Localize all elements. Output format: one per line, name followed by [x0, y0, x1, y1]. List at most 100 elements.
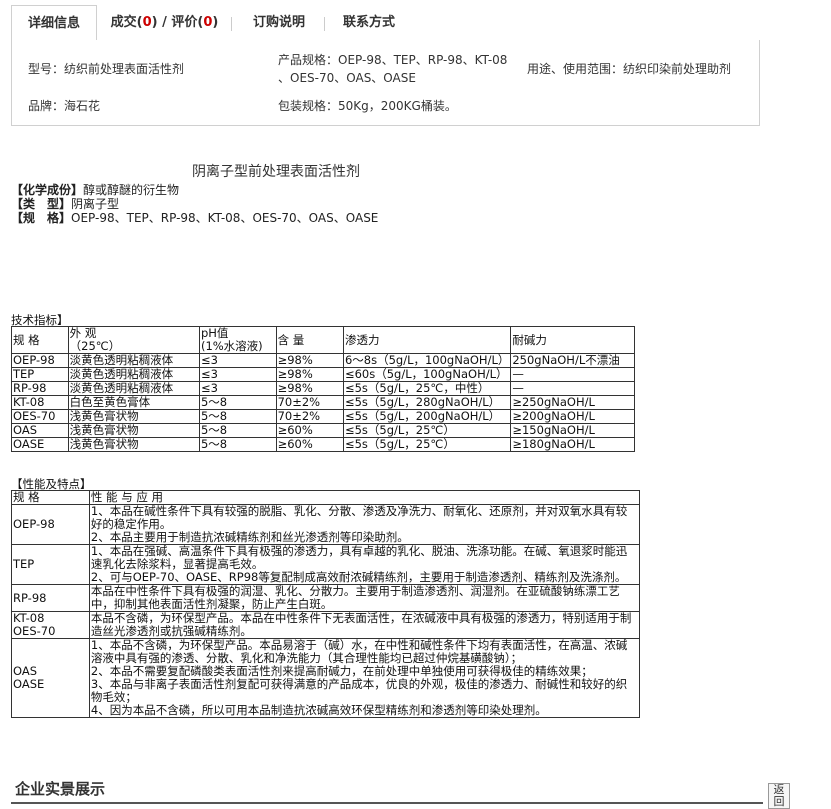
cell-penetration: ≤5s（5g/L，25℃，中性）	[342, 381, 512, 396]
cell-ph: ≤3	[198, 381, 277, 396]
table-row: OEP-98 淡黄色透明粘稠液体 ≤3 ≥98% 6～8s（5g/L，100gNaOH/…	[11, 353, 635, 368]
cell-desc: 本品不含磷，为环保型产品。本品在中性条件下无表面活性，在浓碱液中具有极强的渗透力…	[88, 611, 641, 639]
cell-desc: 本品在中性条件下具有极强的润湿、乳化、分散力。主要用于制造渗透剂、润湿剂。在亚硫…	[88, 584, 641, 612]
desc-paragraph: 本品在中性条件下具有极强的润湿、乳化、分散力。主要用于制造渗透剂、润湿剂。在亚硫…	[90, 584, 620, 611]
tab-divider	[231, 17, 232, 31]
cell-alkali: ≥200gNaOH/L	[510, 409, 635, 424]
header-appearance-1: 外 观	[69, 326, 97, 340]
tab-deals-mid: ) / 评价(	[151, 15, 204, 30]
table-row: OEP-98 1、本品在碱性条件下具有较强的脱脂、乳化、分散、渗透及净洗力、耐氧…	[11, 504, 641, 545]
table-row: OASE 浅黄色膏状物 5～8 ≥60% ≤5s（5g/L，25℃） ≥180gNaOH/…	[11, 437, 635, 452]
table-header-row: 规 格 性 能 与 应 用	[11, 490, 641, 505]
document-title: 阴离子型前处理表面活性剂	[192, 164, 360, 180]
cell-alkali: ≥250gNaOH/L	[510, 395, 635, 410]
cell-appearance: 淡黄色透明粘稠液体	[67, 381, 200, 396]
table-row: TEP 淡黄色透明粘稠液体 ≤3 ≥98% ≤60s（5g/L，100gNaOH/L） —	[11, 367, 635, 382]
tab-deals-suffix: )	[212, 15, 219, 30]
desc-paragraph: 2、本品主要用于制造抗浓碱精练剂和丝光渗透剂等印染助剂。	[90, 530, 409, 544]
cell-ph: 5～8	[198, 395, 277, 410]
attr-usage: 用途、使用范围：纺织印染前处理助剂	[527, 62, 732, 76]
header-ph: pH值 (1%水溶液)	[198, 326, 277, 354]
header-appearance-2: （25℃）	[69, 339, 121, 353]
tab-details-label: 详细信息	[27, 16, 80, 31]
tech-specs-table: 规 格 外 观（25℃） pH值 (1%水溶液) 含 量 渗透力 耐碱力 OEP-…	[11, 326, 635, 452]
cell-spec: RP-98	[11, 584, 90, 612]
detail-tabs: 详细信息 成交(0) / 评价(0) 订购说明 联系方式	[11, 5, 760, 42]
desc-paragraph: 本品不含磷，为环保型产品。本品在中性条件下无表面活性，在浓碱液中具有极强的渗透力…	[90, 611, 632, 638]
cell-ph: 5～8	[198, 409, 277, 424]
cell-spec: OASE	[11, 437, 69, 452]
cell-appearance: 白色至黄色膏体	[67, 395, 200, 410]
cell-appearance: 浅黄色膏状物	[67, 423, 200, 438]
header-spec: 规 格	[11, 490, 90, 505]
table-row: RP-98 本品在中性条件下具有极强的润湿、乳化、分散力。主要用于制造渗透剂、润…	[11, 584, 641, 612]
table-row: KT-08 白色至黄色膏体 5～8 70±2% ≤5s（5g/L，280gNaOH/L）…	[11, 395, 635, 410]
tab-deals-reviews[interactable]: 成交(0) / 评价(0)	[107, 5, 222, 40]
cell-desc: 1、本品在碱性条件下具有较强的脱脂、乳化、分散、渗透及净洗力、耐氧化、还原剂，并…	[88, 504, 641, 545]
cell-penetration: ≤60s（5g/L，100gNaOH/L）	[342, 367, 512, 382]
tab-order-info-label: 订购说明	[252, 15, 305, 30]
table-row: TEP 1、本品在强碱、高温条件下具有极强的渗透力，具有卓越的乳化、脱油、洗涤功…	[11, 544, 641, 585]
table-header-row: 规 格 外 观（25℃） pH值 (1%水溶液) 含 量 渗透力 耐碱力	[11, 326, 635, 354]
cell-ph: 5～8	[198, 437, 277, 452]
deal-count: 0	[142, 15, 152, 30]
features-table: 规 格 性 能 与 应 用 OEP-98 1、本品在碱性条件下具有较强的脱脂、乳…	[11, 490, 641, 718]
desc-paragraph: 2、可与OEP-70、OASE、RP98等复配制成高效耐浓碱精练剂，主要用于制造…	[90, 570, 627, 584]
attr-model: 型号：纺织前处理表面活性剂	[28, 62, 185, 76]
cell-content: ≥60%	[275, 437, 344, 452]
header-penetration: 渗透力	[342, 326, 512, 354]
cell-spec: TEP	[11, 544, 90, 585]
cell-appearance: 浅黄色膏状物	[67, 409, 200, 424]
table-row: OAS OASE 1、本品不含磷，为环保型产品。本品易溶于（碱）水，在中性和碱性条…	[11, 638, 641, 718]
table-row: OES-70 浅黄色膏状物 5～8 70±2% ≤5s（5g/L，200gNaOH/L）…	[11, 409, 635, 424]
desc-paragraph: 3、本品与非离子表面活性剂复配可获得满意的产品成本，优良的外观，极佳的渗透力、耐…	[90, 677, 628, 704]
cell-ph: ≤3	[198, 367, 277, 382]
tab-divider	[324, 17, 325, 31]
table-row: OAS 浅黄色膏状物 5～8 ≥60% ≤5s（5g/L，25℃） ≥150gNaOH/L	[11, 423, 635, 438]
cell-spec: OES-70	[11, 409, 69, 424]
spec-value: OEP-98、TEP、RP-98、KT-08、OES-70、OAS、OASE	[71, 211, 379, 225]
header-spec: 规 格	[11, 326, 69, 354]
cell-spec: KT-08 OES-70	[11, 611, 90, 639]
cell-alkali: ≥150gNaOH/L	[510, 423, 635, 438]
cell-alkali: 250gNaOH/L不漂油	[510, 353, 635, 368]
cell-penetration: ≤5s（5g/L，25℃）	[342, 423, 512, 438]
cell-content: ≥98%	[275, 367, 344, 382]
attr-packing: 包装规格：50Kg，200KG桶装。	[278, 99, 457, 113]
header-content: 含 量	[275, 326, 344, 354]
cell-spec: RP-98	[11, 381, 69, 396]
cell-content: 70±2%	[275, 409, 344, 424]
tab-order-info[interactable]: 订购说明	[239, 5, 319, 40]
cell-content: ≥60%	[275, 423, 344, 438]
cell-spec: OEP-98	[11, 504, 90, 545]
cell-spec: KT-08	[11, 395, 69, 410]
tab-details[interactable]: 详细信息	[11, 5, 97, 42]
header-ph-2: (1%水溶液)	[200, 339, 263, 353]
cell-desc: 1、本品不含磷，为环保型产品。本品易溶于（碱）水，在中性和碱性条件下均有表面活性…	[88, 638, 641, 718]
table-row: RP-98 淡黄色透明粘稠液体 ≤3 ≥98% ≤5s（5g/L，25℃，中性） —	[11, 381, 635, 396]
back-button[interactable]: 返回	[768, 783, 790, 809]
cell-appearance: 浅黄色膏状物	[67, 437, 200, 452]
cell-alkali: —	[510, 367, 635, 382]
cell-content: ≥98%	[275, 353, 344, 368]
product-attributes: 型号：纺织前处理表面活性剂 品牌：海石花 产品规格：OEP-98、TEP、RP-…	[11, 40, 760, 126]
desc-paragraph: 4、因为本品不含磷，所以可用本品制造抗浓碱高效环保型精练剂和渗透剂等印染处理剂。	[90, 703, 547, 717]
header-alkali: 耐碱力	[510, 326, 635, 354]
desc-paragraph: 1、本品不含磷，为环保型产品。本品易溶于（碱）水，在中性和碱性条件下均有表面活性…	[90, 638, 628, 665]
showcase-title: 企业实景展示	[15, 780, 106, 798]
showcase-divider	[11, 802, 763, 804]
cell-penetration: ≤5s（5g/L，280gNaOH/L）	[342, 395, 512, 410]
cell-desc: 1、本品在强碱、高温条件下具有极强的渗透力，具有卓越的乳化、脱油、洗涤功能。在碱…	[88, 544, 641, 585]
spec-name: OES-70	[13, 624, 56, 638]
spec-line: 【规 格】OEP-98、TEP、RP-98、KT-08、OES-70、OAS、O…	[11, 209, 378, 226]
table-row: KT-08 OES-70 本品不含磷，为环保型产品。本品在中性条件下无表面活性，在…	[11, 611, 641, 639]
cell-appearance: 淡黄色透明粘稠液体	[67, 367, 200, 382]
attr-spec-line1: 产品规格：OEP-98、TEP、RP-98、KT-08	[278, 53, 508, 67]
cell-spec: OAS	[11, 423, 69, 438]
tab-contact[interactable]: 联系方式	[329, 5, 409, 40]
spec-label: 【规 格】	[11, 211, 72, 225]
cell-penetration: ≤5s（5g/L，200gNaOH/L）	[342, 409, 512, 424]
cell-alkali: ≥180gNaOH/L	[510, 437, 635, 452]
desc-paragraph: 1、本品在强碱、高温条件下具有极强的渗透力，具有卓越的乳化、脱油、洗涤功能。在碱…	[90, 544, 628, 571]
header-ph-1: pH值	[200, 326, 229, 340]
